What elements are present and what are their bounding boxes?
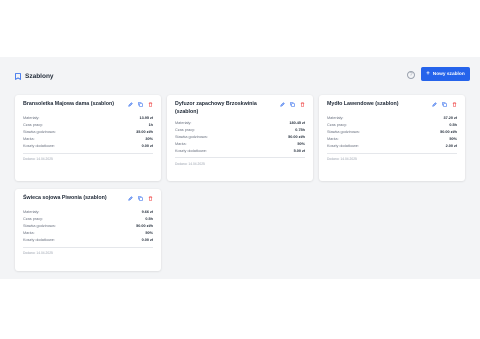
divider bbox=[327, 152, 457, 154]
row-label: Koszty dodatkowe: bbox=[23, 238, 55, 242]
row-margin: Marża: 50% bbox=[175, 140, 305, 147]
row-label: Marża: bbox=[175, 141, 187, 146]
row-value: 50.00 zł/h bbox=[136, 224, 153, 228]
row-value: 50.00 zł/h bbox=[288, 134, 305, 139]
row-value: 0.00 zł bbox=[141, 144, 153, 148]
row-extra-costs: Koszty dodatkowe: 5.00 zł bbox=[175, 147, 305, 154]
row-work-time: Czas pracy: 0.5h bbox=[327, 122, 457, 129]
row-value: 180.45 zł bbox=[289, 120, 305, 125]
template-card: Mydło Lawendowe (szablon) Materiały: 37.2… bbox=[319, 95, 465, 181]
edit-icon[interactable] bbox=[280, 102, 285, 107]
row-value: 0.00 zł bbox=[141, 238, 153, 242]
copy-icon[interactable] bbox=[442, 102, 447, 107]
row-label: Koszty dodatkowe: bbox=[175, 148, 207, 153]
row-label: Stawka godzinowa: bbox=[327, 130, 360, 134]
row-extra-costs: Koszty dodatkowe: 0.00 zł bbox=[23, 143, 153, 150]
plus-icon: + bbox=[426, 71, 430, 77]
row-value: 0.75h bbox=[295, 127, 305, 132]
new-template-button[interactable]: + Nowy szablon bbox=[421, 67, 470, 81]
row-label: Czas pracy: bbox=[23, 217, 44, 221]
row-label: Marża: bbox=[23, 231, 35, 235]
row-value: 50% bbox=[297, 141, 305, 146]
row-value: 9.66 zł bbox=[141, 210, 153, 214]
added-date: Dodano: 14.04.2025 bbox=[23, 157, 53, 162]
row-value: 13.95 zł bbox=[139, 116, 153, 120]
template-card: Świeca sojowa Piwonia (szablon) Materiał… bbox=[15, 189, 161, 271]
row-label: Materiały: bbox=[23, 210, 40, 214]
row-hourly-rate: Stawka godzinowa: 35.00 zł/h bbox=[23, 129, 153, 136]
added-date: Dodano: 14.04.2025 bbox=[327, 157, 357, 162]
copy-icon[interactable] bbox=[290, 102, 295, 107]
card-title: Dyfuzor zapachowy Brzoskwinia (szablon) bbox=[175, 101, 257, 115]
copy-icon[interactable] bbox=[138, 102, 143, 107]
added-date: Dodano: 14.04.2025 bbox=[23, 251, 53, 256]
row-value: 37.20 zł bbox=[443, 116, 457, 120]
row-label: Materiały: bbox=[23, 116, 40, 120]
template-card: Bransoletka Majowa dama (szablon) Materi… bbox=[15, 95, 161, 181]
row-label: Materiały: bbox=[175, 120, 192, 125]
row-extra-costs: Koszty dodatkowe: 2.00 zł bbox=[327, 143, 457, 150]
edit-icon[interactable] bbox=[432, 102, 437, 107]
card-title: Mydło Lawendowe (szablon) bbox=[327, 101, 399, 107]
row-label: Czas pracy: bbox=[327, 123, 348, 127]
row-hourly-rate: Stawka godzinowa: 50.00 zł/h bbox=[175, 133, 305, 140]
row-value: 50% bbox=[449, 137, 457, 141]
row-materials: Materiały: 9.66 zł bbox=[23, 209, 153, 216]
row-margin: Marża: 50% bbox=[327, 136, 457, 143]
template-card: Dyfuzor zapachowy Brzoskwinia (szablon) … bbox=[167, 95, 313, 181]
bookmark-icon bbox=[15, 72, 21, 80]
title-wrap: Szablony bbox=[15, 73, 54, 80]
row-work-time: Czas pracy: 1h bbox=[23, 122, 153, 129]
edit-icon[interactable] bbox=[128, 196, 133, 201]
delete-icon[interactable] bbox=[300, 102, 305, 107]
card-title: Bransoletka Majowa dama (szablon) bbox=[23, 101, 114, 107]
card-title: Świeca sojowa Piwonia (szablon) bbox=[23, 195, 107, 201]
row-label: Stawka godzinowa: bbox=[175, 134, 208, 139]
row-value: 5.00 zł bbox=[293, 148, 305, 153]
page-header: Szablony ? + Nowy szablon bbox=[15, 67, 470, 85]
row-label: Koszty dodatkowe: bbox=[23, 144, 55, 148]
divider bbox=[175, 157, 305, 158]
row-value: 2.00 zł bbox=[445, 144, 457, 148]
row-hourly-rate: Stawka godzinowa: 50.00 zł/h bbox=[23, 223, 153, 230]
row-work-time: Czas pracy: 0.5h bbox=[23, 216, 153, 223]
row-value: 0.5h bbox=[449, 123, 457, 127]
row-label: Marża: bbox=[23, 137, 35, 141]
row-label: Stawka godzinowa: bbox=[23, 130, 56, 134]
added-date: Dodano: 14.04.2025 bbox=[175, 161, 205, 166]
copy-icon[interactable] bbox=[138, 196, 143, 201]
row-value: 1h bbox=[148, 123, 153, 127]
row-label: Czas pracy: bbox=[175, 127, 196, 132]
divider bbox=[23, 246, 153, 248]
row-value: 0.5h bbox=[145, 217, 153, 221]
row-materials: Materiały: 180.45 zł bbox=[175, 119, 305, 126]
edit-icon[interactable] bbox=[128, 102, 133, 107]
new-template-label: Nowy szablon bbox=[432, 71, 465, 77]
delete-icon[interactable] bbox=[148, 102, 153, 107]
help-circle-icon[interactable]: ? bbox=[407, 71, 415, 79]
row-label: Stawka godzinowa: bbox=[23, 224, 56, 228]
row-work-time: Czas pracy: 0.75h bbox=[175, 126, 305, 133]
row-hourly-rate: Stawka godzinowa: 50.00 zł/h bbox=[327, 129, 457, 136]
row-value: 30% bbox=[145, 137, 153, 141]
row-value: 50% bbox=[145, 231, 153, 235]
row-label: Czas pracy: bbox=[23, 123, 44, 127]
row-materials: Materiały: 13.95 zł bbox=[23, 115, 153, 122]
delete-icon[interactable] bbox=[148, 196, 153, 201]
row-margin: Marża: 30% bbox=[23, 136, 153, 143]
row-label: Materiały: bbox=[327, 116, 344, 120]
page-title: Szablony bbox=[25, 72, 54, 80]
delete-icon[interactable] bbox=[452, 102, 457, 107]
row-value: 50.00 zł/h bbox=[440, 130, 457, 134]
row-margin: Marża: 50% bbox=[23, 230, 153, 237]
divider bbox=[23, 152, 153, 154]
row-label: Marża: bbox=[327, 137, 339, 141]
row-label: Koszty dodatkowe: bbox=[327, 144, 359, 148]
row-value: 35.00 zł/h bbox=[136, 130, 153, 134]
row-materials: Materiały: 37.20 zł bbox=[327, 115, 457, 122]
row-extra-costs: Koszty dodatkowe: 0.00 zł bbox=[23, 237, 153, 244]
